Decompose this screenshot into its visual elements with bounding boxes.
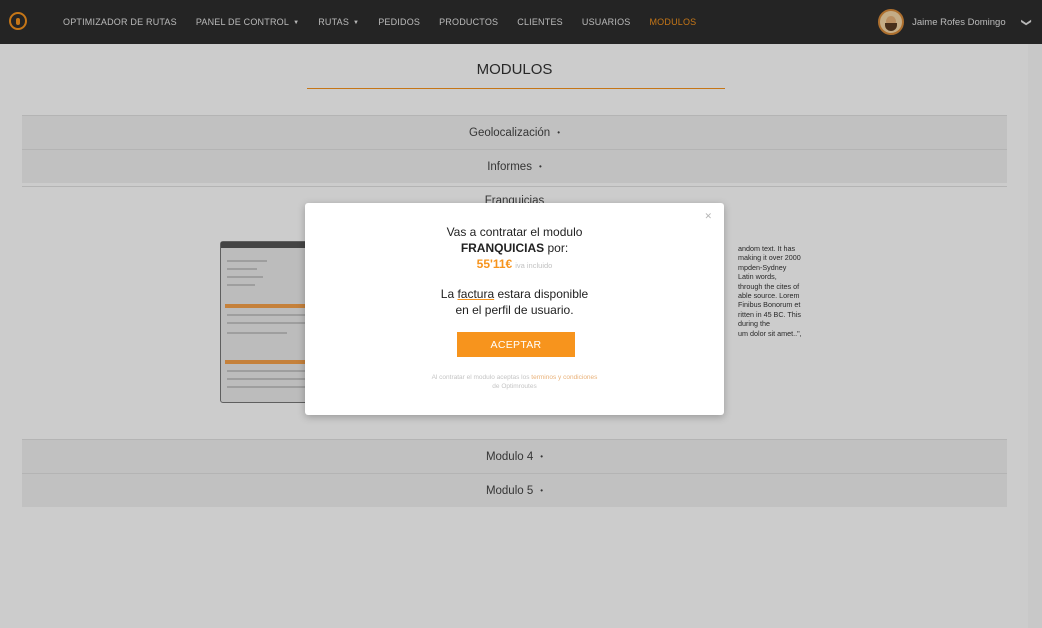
invoice-word: factura [457, 287, 495, 301]
terms-text-2: de Optimroutes [492, 383, 537, 390]
modal-price-line: 55'11€ iva incluido [305, 257, 724, 271]
accept-button[interactable]: ACEPTAR [457, 332, 575, 357]
price: 55'11€ [476, 257, 513, 271]
terms-link[interactable]: terminos y condiciones [531, 374, 597, 381]
module-name: FRANQUICIAS [460, 241, 545, 255]
modal-intro-text: Vas a contratar el modulo [446, 225, 583, 239]
close-icon[interactable]: ✕ [704, 211, 712, 222]
modal-module-line: FRANQUICIAS por: [460, 241, 569, 255]
vat-note: iva incluido [515, 261, 553, 270]
purchase-modal: ✕ Vas a contratar el modulo FRANQUICIAS … [305, 203, 724, 415]
modal-invoice-line-2: en el perfil de usuario. [455, 303, 574, 317]
modal-invoice-line: La factura estara disponible [440, 287, 589, 301]
terms-text: Al contratar el modulo aceptas los termi… [431, 374, 598, 381]
